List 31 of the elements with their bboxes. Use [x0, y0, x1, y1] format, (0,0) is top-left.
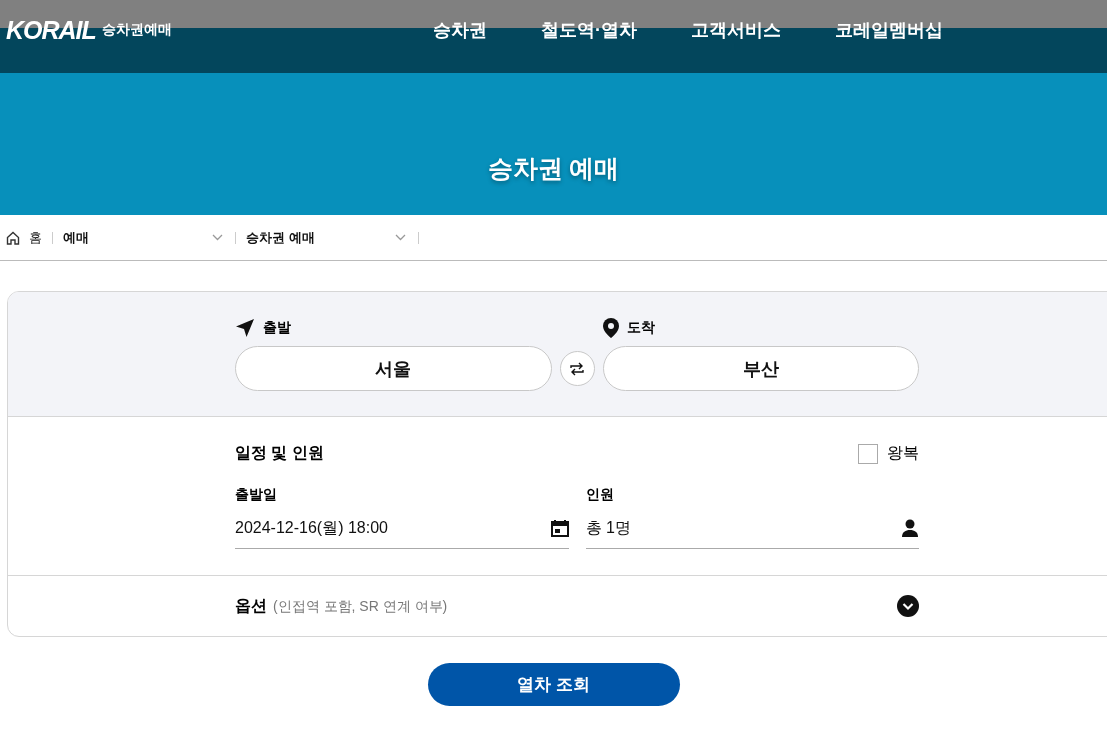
home-link[interactable]: 홈 — [29, 228, 42, 247]
calendar-icon — [550, 519, 569, 537]
passengers-field[interactable]: 총 1명 — [585, 508, 919, 549]
options-toggle[interactable]: 옵션 (인접역 포함, SR 연계 여부) — [235, 576, 919, 636]
nav-link[interactable]: 고객서비스 — [664, 18, 808, 42]
page-title: 승차권 예매 — [487, 153, 620, 184]
navigation-arrow-icon — [235, 318, 255, 338]
logo-subtitle: 승차권예매 — [101, 21, 172, 39]
round-trip-checkbox[interactable] — [858, 443, 878, 464]
location-pin-icon — [603, 318, 619, 338]
breadcrumb-dropdown[interactable]: 예매 — [63, 228, 225, 247]
passengers-label: 인원 — [585, 486, 615, 504]
chevron-icon — [212, 234, 223, 241]
arrival-label: 도착 — [627, 319, 655, 337]
departure-label: 출발 — [263, 319, 291, 337]
nav-link[interactable]: 코레일멤버십 — [808, 18, 970, 42]
breadcrumb-dropdown[interactable]: 승차권 예매 — [246, 228, 408, 247]
logo-text[interactable]: KORAIL — [6, 15, 96, 45]
nav-link[interactable]: 철도역·열차 — [514, 18, 664, 42]
date-label: 출발일 — [235, 486, 278, 504]
departure-station-button[interactable]: 서울 — [235, 346, 552, 391]
swap-button[interactable] — [559, 351, 595, 386]
round-trip-label: 왕복 — [887, 443, 919, 463]
search-trains-button[interactable]: 열차 조회 — [427, 663, 680, 706]
nav-link[interactable]: 승차권 — [406, 18, 514, 42]
chevron-icon — [395, 234, 406, 241]
home-icon[interactable] — [6, 230, 20, 245]
section-title: 일정 및 인원 — [235, 443, 324, 463]
arrival-station-button[interactable]: 부산 — [602, 346, 919, 391]
date-field[interactable]: 2024-12-16(월) 18:00 — [235, 508, 569, 549]
person-icon — [901, 519, 919, 537]
